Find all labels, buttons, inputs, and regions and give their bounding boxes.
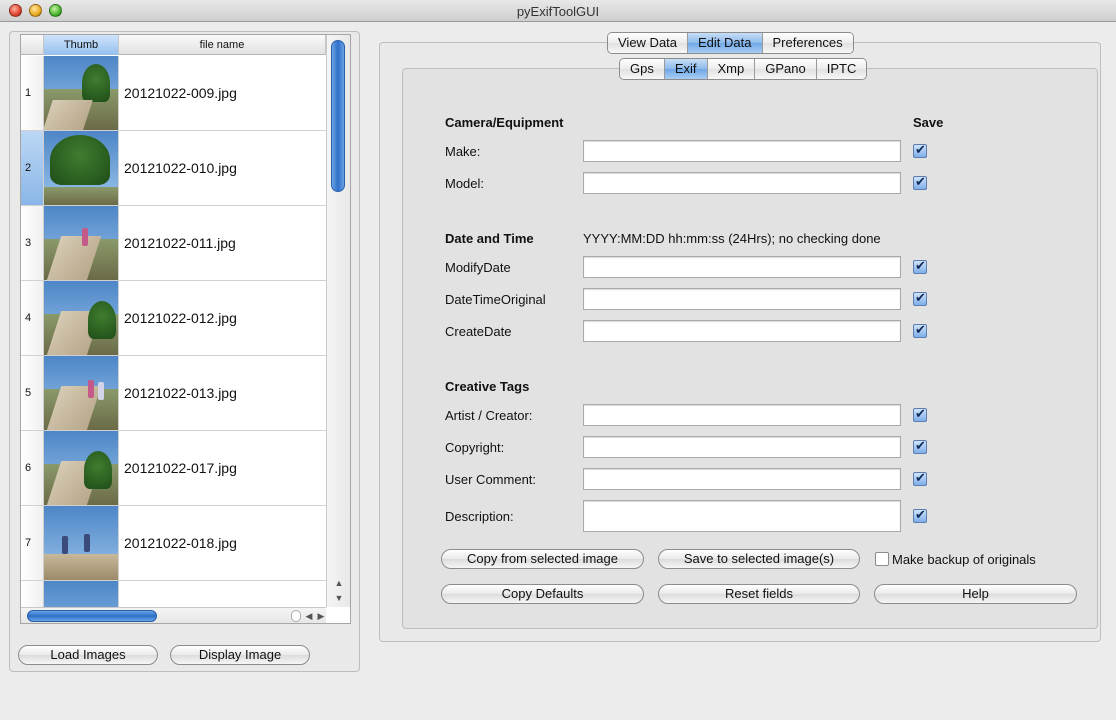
save-copyright-checkbox[interactable] — [913, 438, 927, 454]
thumbnail-image — [44, 206, 119, 280]
file-name: 20121022-012.jpg — [124, 310, 237, 326]
tab-edit-data[interactable]: Edit Data — [688, 33, 763, 53]
reset-fields-button[interactable]: Reset fields — [658, 584, 860, 604]
vertical-scrollbar[interactable]: ▲ ▼ — [326, 35, 350, 607]
artist-label: Artist / Creator: — [445, 408, 533, 423]
save-make-checkbox[interactable] — [913, 142, 927, 158]
table-row[interactable]: 3 20121022-011.jpg — [21, 206, 326, 281]
row-number: 6 — [21, 431, 44, 505]
description-label: Description: — [445, 509, 514, 524]
thumbnail-image — [44, 131, 119, 205]
row-number: 2 — [21, 131, 44, 205]
artist-input[interactable] — [583, 404, 901, 426]
save-column-heading: Save — [913, 115, 944, 130]
row-number: 4 — [21, 281, 44, 355]
description-input[interactable] — [583, 500, 901, 532]
save-artist-checkbox[interactable] — [913, 406, 927, 422]
save-datetime-original-checkbox[interactable] — [913, 290, 927, 306]
file-name: 20121022-018.jpg — [124, 535, 237, 551]
table-rows: 1 20121022-009.jpg 2 20121022-010.jpg 3 … — [21, 56, 326, 623]
thumbnail-image — [44, 506, 119, 580]
table-row[interactable]: 4 20121022-012.jpg — [21, 281, 326, 356]
help-button[interactable]: Help — [874, 584, 1077, 604]
display-image-button[interactable]: Display Image — [170, 645, 310, 665]
save-model-checkbox[interactable] — [913, 174, 927, 190]
file-name: 20121022-017.jpg — [124, 460, 237, 476]
column-header-index — [21, 35, 44, 55]
create-date-label: CreateDate — [445, 324, 512, 339]
image-list-panel: Thumb file name 1 20121022-009.jpg 2 201… — [9, 31, 360, 672]
file-name: 20121022-013.jpg — [124, 385, 237, 401]
save-create-date-checkbox[interactable] — [913, 322, 927, 338]
thumbnail-image — [44, 431, 119, 505]
table-row[interactable]: 2 20121022-010.jpg — [21, 131, 326, 206]
camera-section-heading: Camera/Equipment — [445, 115, 564, 130]
save-description-checkbox[interactable] — [913, 507, 927, 523]
table-row[interactable]: 6 20121022-017.jpg — [21, 431, 326, 506]
file-name: 20121022-011.jpg — [124, 235, 236, 251]
create-date-input[interactable] — [583, 320, 901, 342]
user-comment-input[interactable] — [583, 468, 901, 490]
thumbnail-image — [44, 281, 119, 355]
modify-date-input[interactable] — [583, 256, 901, 278]
file-name: 20121022-009.jpg — [124, 85, 237, 101]
row-number: 1 — [21, 56, 44, 130]
table-row[interactable]: 7 20121022-018.jpg — [21, 506, 326, 581]
datetime-section-heading: Date and Time — [445, 231, 534, 246]
tab-iptc[interactable]: IPTC — [816, 59, 867, 79]
user-comment-label: User Comment: — [445, 472, 537, 487]
make-backup-checkbox[interactable] — [875, 552, 889, 566]
thumbnail-image — [44, 356, 119, 430]
file-name: 20121022-010.jpg — [124, 160, 237, 176]
save-user-comment-checkbox[interactable] — [913, 470, 927, 486]
column-header-thumb[interactable]: Thumb — [44, 35, 119, 55]
save-modify-date-checkbox[interactable] — [913, 258, 927, 274]
scroll-up-arrow-icon[interactable]: ▲ — [327, 576, 350, 590]
scroll-down-arrow-icon[interactable]: ▼ — [327, 591, 350, 605]
window-title: pyExifToolGUI — [516, 4, 600, 19]
horizontal-scrollbar[interactable]: ◀ ▶ — [21, 607, 328, 623]
copyright-label: Copyright: — [445, 440, 505, 455]
make-label: Make: — [445, 144, 481, 159]
horizontal-scroll-track-end — [291, 610, 301, 622]
model-label: Model: — [445, 176, 485, 191]
image-table: Thumb file name 1 20121022-009.jpg 2 201… — [20, 34, 351, 624]
datetime-original-input[interactable] — [583, 288, 901, 310]
creative-section-heading: Creative Tags — [445, 379, 530, 394]
table-row[interactable]: 1 20121022-009.jpg — [21, 56, 326, 131]
copy-defaults-button[interactable]: Copy Defaults — [441, 584, 644, 604]
title-bar: pyExifToolGUI — [0, 0, 1116, 22]
tab-gpano[interactable]: GPano — [755, 59, 817, 79]
sub-tab-bar: Gps Exif Xmp GPano IPTC — [619, 58, 868, 80]
scroll-right-arrow-icon[interactable]: ▶ — [314, 608, 328, 623]
column-header-file-name[interactable]: file name — [119, 35, 326, 55]
make-backup-label: Make backup of originals — [892, 552, 1036, 567]
copy-from-selected-image-button[interactable]: Copy from selected image — [441, 549, 644, 569]
row-number: 3 — [21, 206, 44, 280]
tab-view-data[interactable]: View Data — [608, 33, 689, 53]
tab-exif[interactable]: Exif — [664, 59, 708, 79]
main-tab-bar: View Data Edit Data Preferences — [607, 32, 854, 54]
copyright-input[interactable] — [583, 436, 901, 458]
table-row[interactable]: 5 20121022-013.jpg — [21, 356, 326, 431]
thumbnail-image — [44, 56, 119, 130]
table-header: Thumb file name — [21, 35, 326, 55]
tab-preferences[interactable]: Preferences — [762, 33, 853, 53]
datetime-original-label: DateTimeOriginal — [445, 292, 546, 307]
horizontal-scroll-thumb[interactable] — [27, 610, 157, 622]
row-number: 5 — [21, 356, 44, 430]
save-to-selected-images-button[interactable]: Save to selected image(s) — [658, 549, 860, 569]
modify-date-label: ModifyDate — [445, 260, 511, 275]
tab-xmp[interactable]: Xmp — [707, 59, 756, 79]
model-input[interactable] — [583, 172, 901, 194]
row-number: 7 — [21, 506, 44, 580]
make-input[interactable] — [583, 140, 901, 162]
datetime-format-hint: YYYY:MM:DD hh:mm:ss (24Hrs); no checking… — [583, 231, 881, 246]
vertical-scroll-thumb[interactable] — [331, 40, 345, 192]
load-images-button[interactable]: Load Images — [18, 645, 158, 665]
tab-gps[interactable]: Gps — [620, 59, 665, 79]
